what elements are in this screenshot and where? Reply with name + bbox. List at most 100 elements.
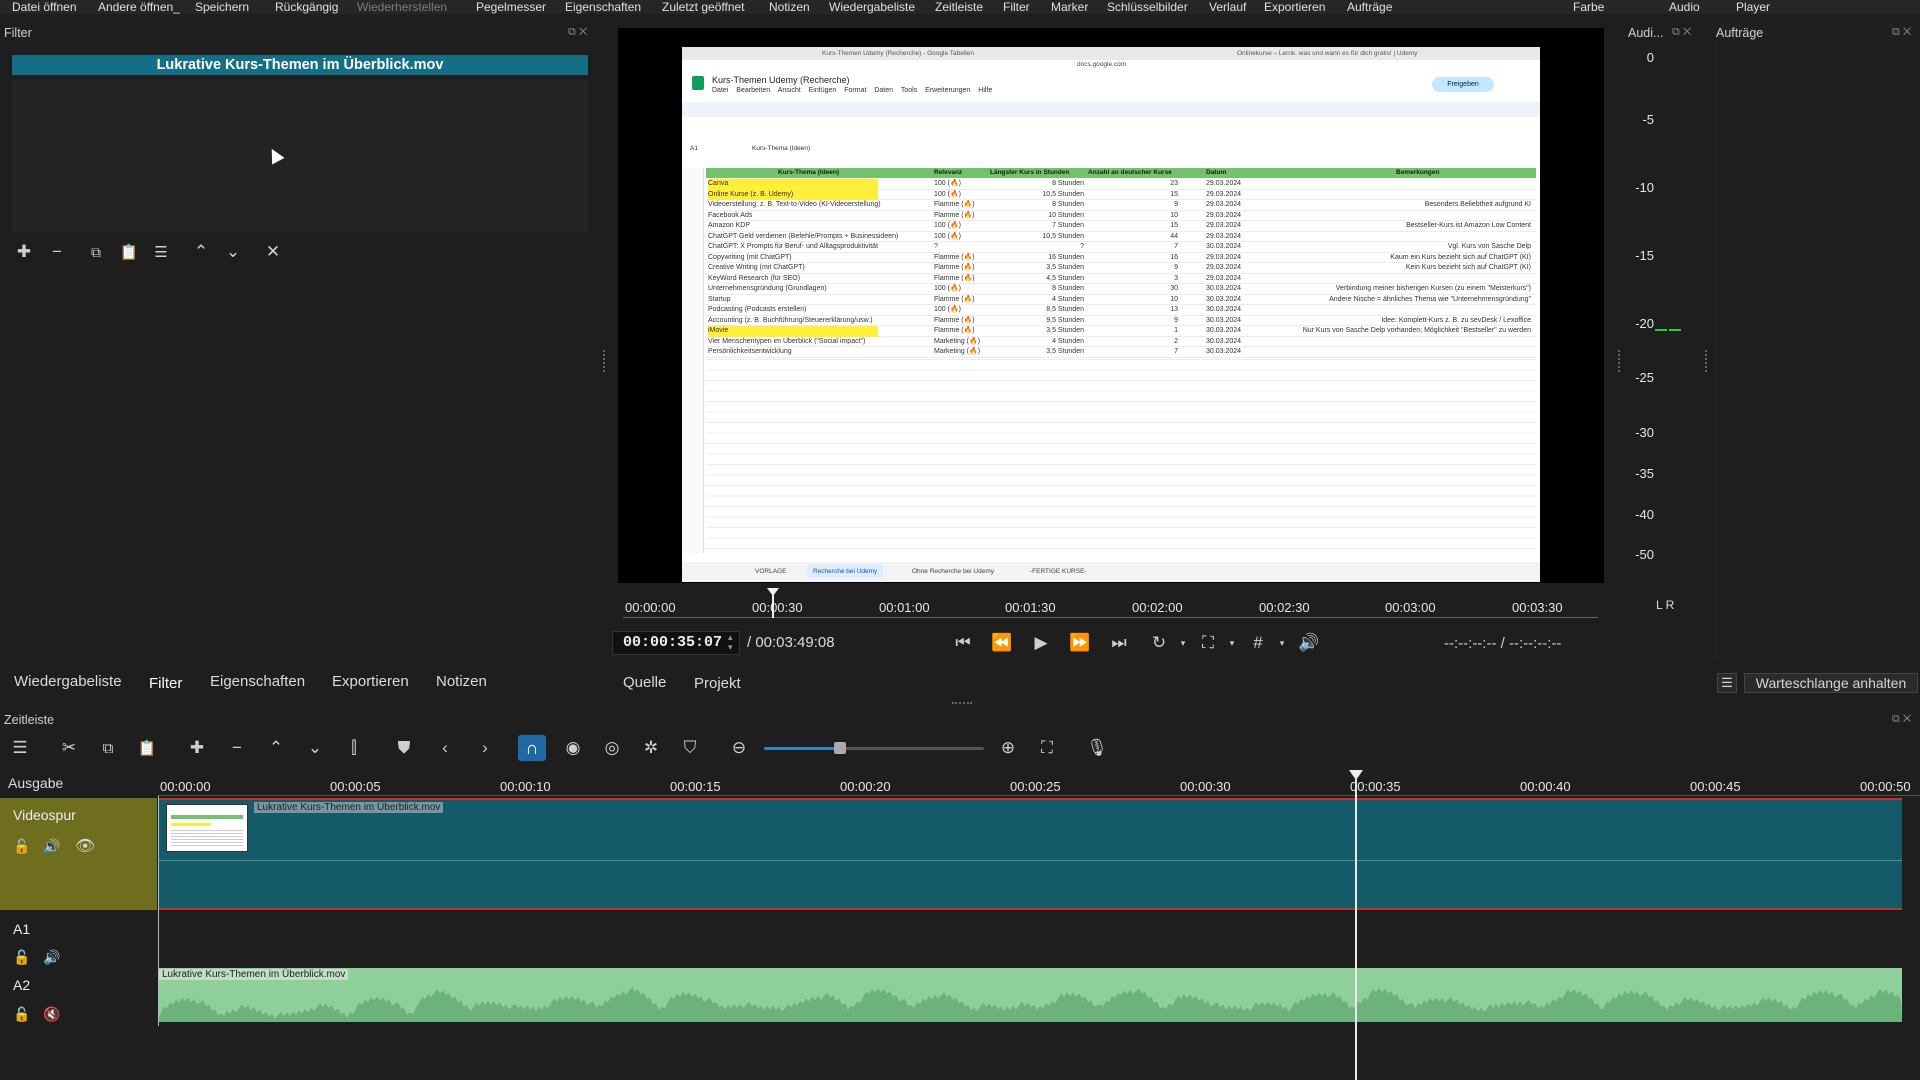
filter-list[interactable] (12, 80, 588, 232)
menu-timeline[interactable]: Zeitleiste (935, 0, 983, 14)
menu-filter[interactable]: Filter (1003, 0, 1030, 14)
video-clip[interactable]: Lukrative Kurs-Themen im Überblick.mov (158, 798, 1902, 910)
menu-markers[interactable]: Marker (1051, 0, 1088, 14)
menu-open-other[interactable]: Andere öffnen_ (98, 0, 180, 14)
pause-queue-button[interactable]: Warteschlange anhalten (1744, 673, 1918, 693)
overwrite-icon[interactable]: ⌄ (304, 737, 326, 759)
rewind-icon[interactable]: ⏪ (991, 632, 1013, 654)
add-filter-icon[interactable]: ✚ (13, 241, 35, 263)
move-up-icon[interactable]: ⌃ (190, 241, 212, 263)
loop-dropdown-icon[interactable]: ▾ (1172, 632, 1194, 654)
ripple-all-icon[interactable]: ✲ (640, 737, 662, 759)
skip-previous-icon[interactable]: ⏮ (952, 632, 974, 654)
remove-filter-icon[interactable]: − (46, 241, 68, 263)
play-icon[interactable]: ▶ (1030, 632, 1052, 654)
lift-icon[interactable]: ⌃ (265, 737, 287, 759)
splitter-handle-3[interactable] (1705, 350, 1709, 372)
a2-track-header[interactable]: A2 🔓 🔇 (0, 968, 157, 1026)
scrub-icon[interactable]: ◉ (562, 737, 584, 759)
zoom-out-icon[interactable]: ⊖ (728, 737, 750, 759)
video-track-header[interactable]: Videospur 🔓 🔊 👁 (0, 798, 157, 910)
copy-filter-icon[interactable]: ⧉ (85, 241, 107, 263)
a1-track-header[interactable]: A1 🔓 🔊 (0, 911, 157, 967)
jobs-panel-float-icon[interactable]: ⧉ ✕ (1892, 26, 1911, 39)
menu-player[interactable]: Player (1736, 0, 1770, 14)
menu-keyframes[interactable]: Schlüsselbilder (1107, 0, 1188, 14)
audio-clip[interactable]: Lukrative Kurs-Themen im Überblick.mov (158, 968, 1902, 1022)
zoom-slider-handle[interactable] (834, 742, 846, 754)
video-lock-icon[interactable]: 🔓 (13, 838, 30, 855)
menu-undo[interactable]: Rückgängig (275, 0, 338, 14)
menu-open-file[interactable]: Datei öffnen (12, 0, 77, 14)
a2-lock-icon[interactable]: 🔓 (13, 1006, 30, 1023)
zoom-slider[interactable] (764, 742, 984, 754)
grid-icon[interactable]: # (1247, 632, 1269, 654)
tab-export[interactable]: Exportieren (332, 673, 409, 690)
remove-icon[interactable]: − (226, 737, 248, 759)
menu-save[interactable]: Speichern (195, 0, 249, 14)
splitter-handle-2[interactable] (1618, 350, 1622, 372)
record-audio-icon[interactable]: 🎙 (1086, 737, 1108, 759)
save-preset-icon[interactable]: ☰ (150, 241, 172, 263)
tab-notes[interactable]: Notizen (436, 673, 487, 690)
timeline-menu-icon[interactable]: ☰ (9, 737, 31, 759)
grid-dropdown-icon[interactable]: ▾ (1271, 632, 1293, 654)
ripple-icon[interactable]: ◎ (601, 737, 623, 759)
splitter-handle[interactable] (603, 350, 607, 372)
marker-icon[interactable]: ⛊ (393, 737, 415, 759)
copy-icon[interactable]: ⧉ (97, 737, 119, 759)
cut-icon[interactable]: ✂ (58, 737, 80, 759)
video-visibility-icon[interactable]: 👁 (75, 836, 95, 856)
timecode-field[interactable]: 00:00:35:07 (612, 631, 740, 655)
jobs-menu-icon[interactable]: ☰ (1717, 673, 1737, 693)
tab-properties[interactable]: Eigenschaften (210, 673, 305, 690)
a1-track-lane[interactable] (158, 911, 1902, 967)
menu-notes[interactable]: Notizen (769, 0, 810, 14)
paste-filter-icon[interactable]: 📋 (118, 241, 140, 263)
zoom-dropdown-icon[interactable]: ▾ (1221, 632, 1243, 654)
menu-properties[interactable]: Eigenschaften (565, 0, 641, 14)
a1-lock-icon[interactable]: 🔓 (13, 949, 30, 966)
a1-mute-icon[interactable]: 🔊 (43, 949, 60, 966)
meter-level-right (1669, 329, 1681, 331)
a2-muted-icon[interactable]: 🔇 (43, 1006, 60, 1023)
tab-filter[interactable]: Filter (149, 675, 182, 692)
menu-audio[interactable]: Audio (1669, 0, 1700, 14)
zoom-fit-icon[interactable]: ⛶ (1197, 632, 1219, 654)
panel-float-icon[interactable]: ⧉ ✕ (568, 26, 587, 39)
menu-export[interactable]: Exportieren (1264, 0, 1325, 14)
paste-icon[interactable]: 📋 (136, 737, 158, 759)
move-down-icon[interactable]: ⌄ (222, 241, 244, 263)
tab-playlist[interactable]: Wiedergabeliste (14, 673, 122, 690)
zoom-fit-timeline-icon[interactable]: ⛶ (1036, 737, 1058, 759)
sheet-row: 13StartupFlamme (🔥)4 Stunden1030.03.2024… (690, 295, 1536, 305)
timecode-stepper-icon[interactable]: ▴ ▾ (728, 632, 733, 652)
deselect-filter-icon[interactable]: ✕ (262, 241, 284, 263)
append-icon[interactable]: ✚ (186, 737, 208, 759)
timeline-float-icon[interactable]: ⧉ ✕ (1892, 713, 1911, 726)
zoom-in-icon[interactable]: ⊕ (997, 737, 1019, 759)
menu-recent[interactable]: Zuletzt geöffnet (662, 0, 745, 14)
menu-redo[interactable]: Wiederherstellen (357, 0, 447, 14)
video-mute-icon[interactable]: 🔊 (43, 838, 60, 855)
snap-icon[interactable]: ∩ (518, 735, 546, 761)
tab-project[interactable]: Projekt (694, 675, 741, 692)
audio-panel-float-icon[interactable]: ⧉ ✕ (1672, 26, 1691, 39)
menu-jobs[interactable]: Aufträge (1347, 0, 1392, 14)
sheet-cell: 100 (🔥) (934, 232, 962, 240)
splitter-handle-horizontal[interactable] (952, 702, 972, 705)
menu-color[interactable]: Farbe (1573, 0, 1604, 14)
next-marker-icon[interactable]: › (474, 737, 496, 759)
split-icon[interactable]: ⫿ (343, 737, 365, 759)
loop-icon[interactable]: ↻ (1148, 632, 1170, 654)
timeline-ruler[interactable]: 00:00:00 00:00:05 00:00:10 00:00:15 00:0… (158, 772, 1920, 796)
ripple-markers-icon[interactable]: ⛉ (679, 737, 701, 759)
menu-peak-meter[interactable]: Pegelmesser (476, 0, 546, 14)
previous-marker-icon[interactable]: ‹ (434, 737, 456, 759)
tab-source[interactable]: Quelle (623, 674, 666, 691)
fast-forward-icon[interactable]: ⏩ (1069, 632, 1091, 654)
menu-playlist[interactable]: Wiedergabeliste (829, 0, 915, 14)
menu-history[interactable]: Verlauf (1209, 0, 1246, 14)
skip-next-icon[interactable]: ⏭ (1108, 632, 1130, 654)
volume-icon[interactable]: 🔊 (1298, 632, 1320, 654)
